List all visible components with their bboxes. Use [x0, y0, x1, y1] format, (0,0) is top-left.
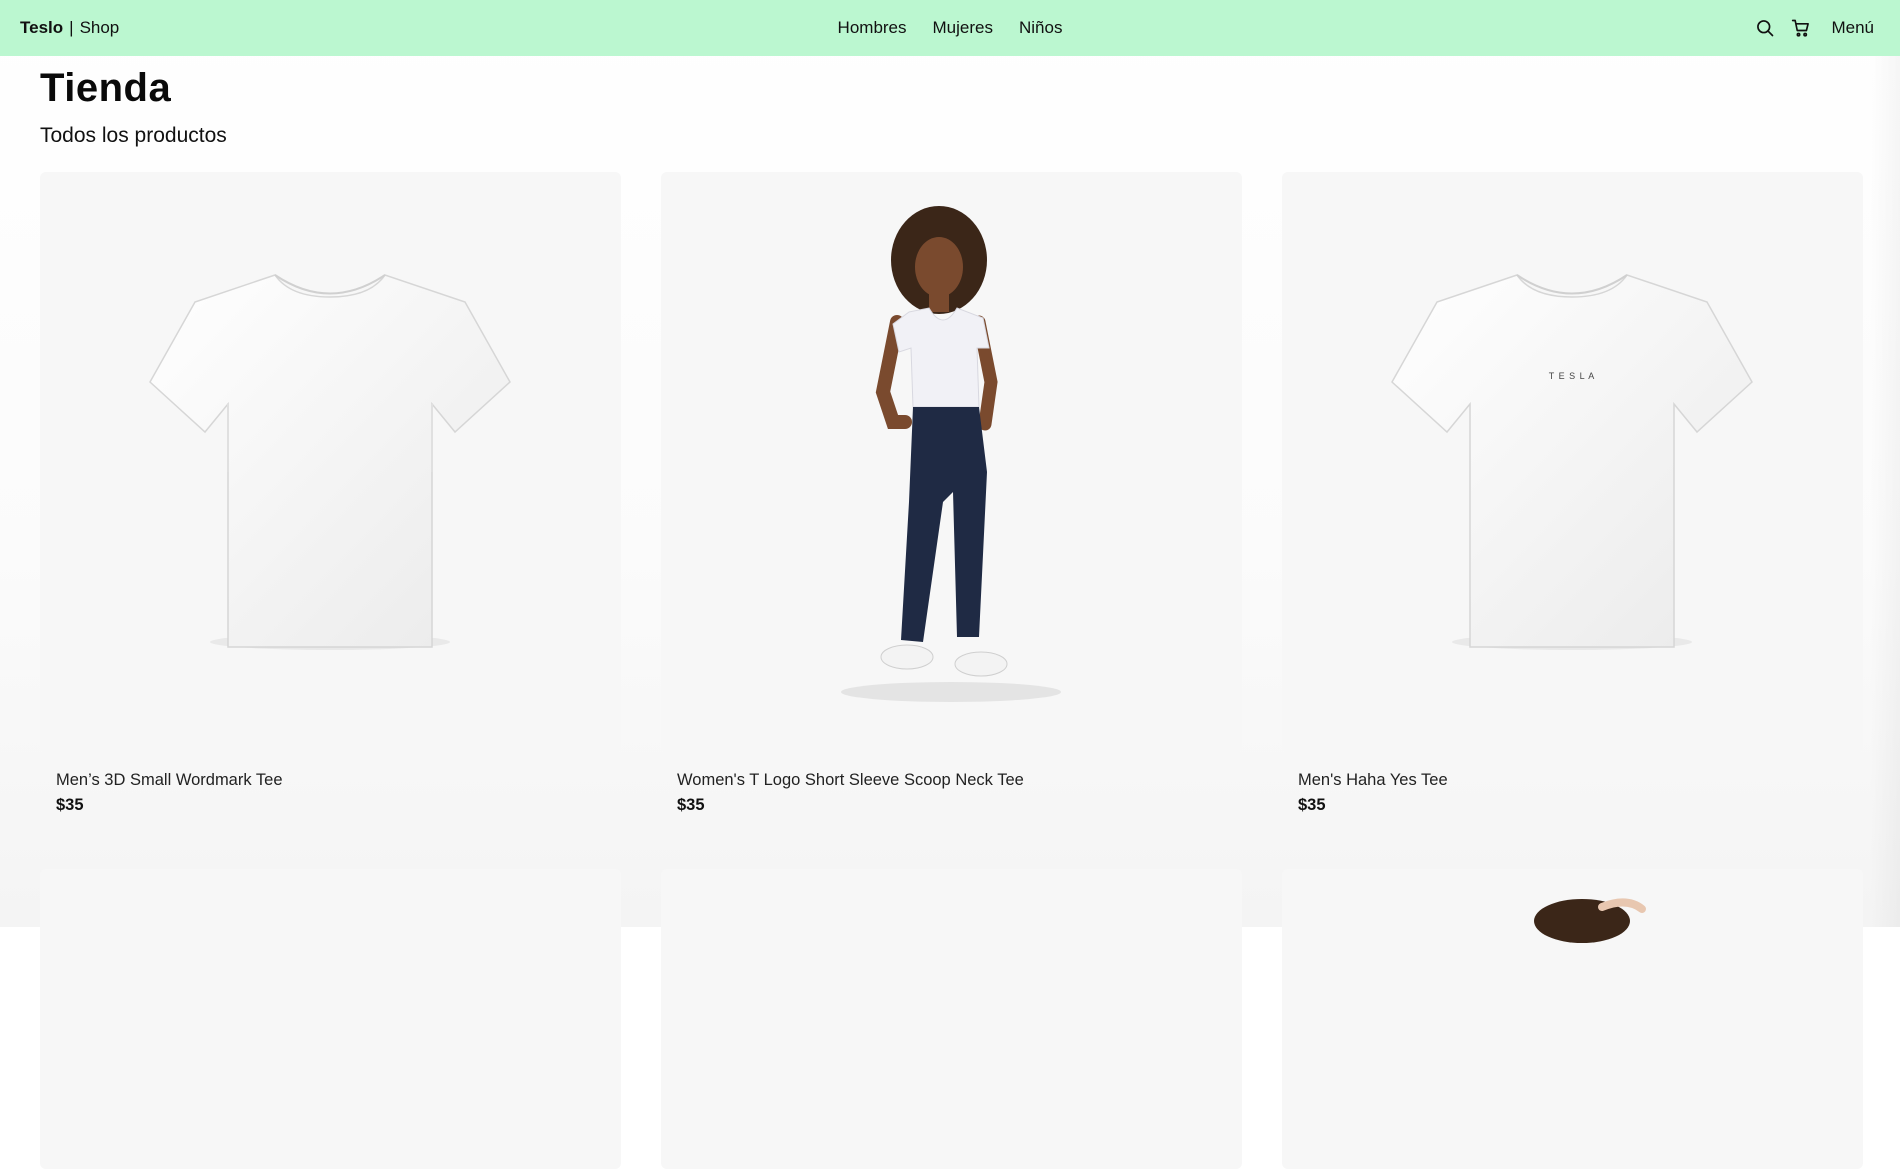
product-card[interactable]: Men’s 3D Small Wordmark Tee $35 [40, 172, 621, 815]
product-title[interactable]: Men’s 3D Small Wordmark Tee [56, 771, 621, 790]
brand-separator: | [69, 18, 74, 37]
product-card[interactable] [1282, 869, 1863, 1169]
product-card[interactable]: Women's T Logo Short Sleeve Scoop Neck T… [661, 172, 1242, 815]
product-grid: Men’s 3D Small Wordmark Tee $35 Women's … [40, 172, 1864, 1169]
product-card[interactable]: T E S L A Men's Haha Yes Tee $35 [1282, 172, 1863, 815]
brand-name: Teslo [20, 18, 64, 37]
product-image[interactable]: T E S L A [1282, 172, 1863, 753]
product-title[interactable]: Men's Haha Yes Tee [1298, 771, 1863, 790]
product-image[interactable] [40, 869, 621, 1169]
brand-logo[interactable]: Teslo | Shop [20, 0, 119, 56]
brand-suffix: Shop [79, 18, 120, 37]
product-price: $35 [56, 796, 84, 814]
product-image[interactable] [661, 172, 1242, 753]
cart-icon[interactable] [1783, 10, 1819, 46]
nav-mujeres[interactable]: Mujeres [920, 10, 1006, 46]
scroll-shadow [1870, 56, 1900, 927]
tshirt-logo-text: T E S L A [1549, 371, 1596, 381]
product-card[interactable] [661, 869, 1242, 1169]
product-price: $35 [1298, 796, 1326, 814]
search-icon[interactable] [1747, 10, 1783, 46]
page-subtitle: Todos los productos [40, 124, 227, 147]
header-actions: Menú [1747, 0, 1880, 56]
nav-hombres[interactable]: Hombres [825, 10, 920, 46]
top-navigation-bar: Teslo | Shop Hombres Mujeres Niños Menú [0, 0, 1900, 56]
product-price: $35 [677, 796, 705, 814]
category-nav: Hombres Mujeres Niños [0, 0, 1900, 56]
product-title[interactable]: Women's T Logo Short Sleeve Scoop Neck T… [677, 771, 1242, 790]
menu-button[interactable]: Menú [1819, 10, 1880, 46]
product-image[interactable] [1282, 869, 1863, 1169]
product-image[interactable] [40, 172, 621, 753]
product-card[interactable] [40, 869, 621, 1169]
nav-ninos[interactable]: Niños [1006, 10, 1075, 46]
page-title: Tienda [40, 66, 172, 110]
product-image[interactable] [661, 869, 1242, 1169]
